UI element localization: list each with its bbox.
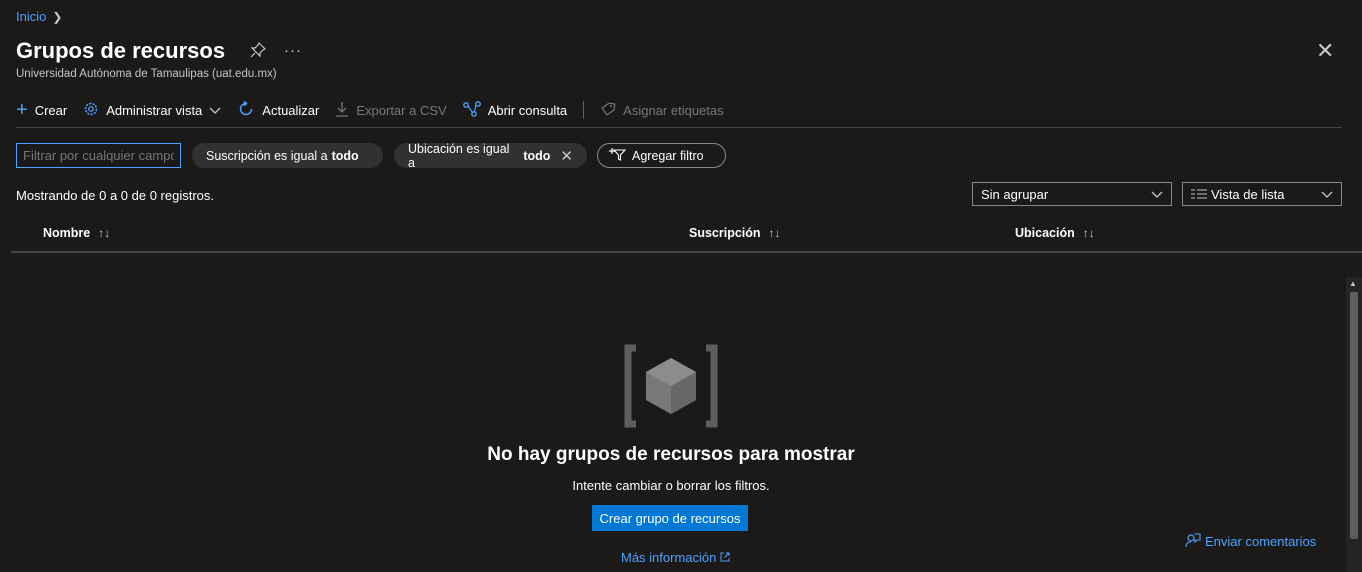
page-subtitle: Universidad Autónoma de Tamaulipas (uat.… (16, 68, 277, 80)
add-filter-button[interactable]: Agregar filtro (597, 143, 726, 168)
sort-icon: ↑↓ (98, 226, 111, 240)
create-resource-group-button[interactable]: Crear grupo de recursos (592, 505, 748, 531)
record-count: Mostrando de 0 a 0 de 0 registros. (16, 188, 215, 203)
empty-state-subtitle: Intente cambiar o borrar los filtros. (572, 478, 770, 493)
view-mode-content: Vista de lista (1191, 187, 1284, 202)
more-info-label: Más información (621, 550, 717, 565)
title-actions: ··· (250, 41, 302, 62)
sort-icon: ↑↓ (1082, 226, 1095, 240)
download-icon (335, 101, 349, 120)
empty-state-title: No hay grupos de recursos para mostrar (487, 444, 855, 465)
location-filter-pill[interactable]: Ubicación es igual a todo ✕ (394, 141, 587, 170)
breadcrumb-home-link[interactable]: Inicio (16, 9, 46, 24)
gear-icon (83, 101, 99, 120)
column-header-subscription[interactable]: Suscripción ↑↓ (689, 226, 781, 240)
create-button[interactable]: + Crear (16, 99, 68, 121)
command-bar: + Crear Administrar vista Actualizar Exp… (16, 98, 740, 122)
subscription-filter-value: todo (331, 148, 359, 163)
export-csv-button[interactable]: Exportar a CSV (335, 101, 447, 120)
tag-icon (600, 101, 616, 120)
chevron-down-icon (1321, 187, 1333, 202)
pin-icon[interactable] (250, 41, 267, 62)
group-by-dropdown[interactable]: Sin agrupar (972, 182, 1172, 206)
scrollbar-thumb[interactable] (1350, 292, 1358, 539)
assign-tags-label: Asignar etiquetas (623, 102, 724, 118)
open-query-label: Abrir consulta (487, 102, 568, 118)
more-info-link[interactable]: Más información (621, 550, 730, 565)
resource-group-icon (622, 344, 720, 428)
toolbar-divider (583, 101, 585, 119)
refresh-button[interactable]: Actualizar (237, 100, 319, 121)
subscription-filter-pill[interactable]: Suscripción es igual a todo (192, 143, 383, 168)
location-filter-value: todo (523, 148, 551, 163)
chevron-down-icon (1151, 187, 1163, 202)
external-link-icon (720, 550, 730, 565)
add-filter-icon (608, 147, 627, 164)
query-icon (462, 100, 481, 120)
assign-tags-button[interactable]: Asignar etiquetas (600, 101, 724, 120)
feedback-icon (1185, 532, 1201, 551)
manage-view-label: Administrar vista (106, 102, 203, 118)
close-icon[interactable]: ✕ (1316, 40, 1334, 62)
subscription-filter-label: Suscripción es igual a (206, 148, 328, 163)
filter-search-input[interactable] (16, 143, 181, 168)
view-mode-dropdown[interactable]: Vista de lista (1182, 182, 1342, 206)
column-header-name[interactable]: Nombre ↑↓ (43, 226, 110, 240)
chevron-down-icon (209, 103, 221, 118)
toolbar-divider-line (16, 127, 1342, 128)
manage-view-button[interactable]: Administrar vista (83, 101, 221, 120)
sort-icon: ↑↓ (768, 226, 781, 240)
column-header-label: Suscripción (689, 226, 761, 240)
page-title: Grupos de recursos (16, 38, 226, 63)
refresh-icon (237, 100, 255, 121)
close-icon[interactable]: ✕ (560, 147, 573, 165)
send-feedback-link[interactable]: Enviar comentarios (1185, 532, 1316, 551)
breadcrumb: Inicio ❯ (16, 9, 62, 24)
refresh-label: Actualizar (262, 102, 320, 118)
view-mode-value: Vista de lista (1211, 186, 1285, 202)
group-by-value: Sin agrupar (981, 186, 1049, 202)
plus-icon: + (16, 99, 28, 121)
export-csv-label: Exportar a CSV (356, 102, 447, 118)
open-query-button[interactable]: Abrir consulta (462, 100, 568, 120)
more-options-icon[interactable]: ··· (284, 42, 302, 62)
location-filter-label: Ubicación es igual a (408, 141, 510, 170)
create-label: Crear (34, 102, 68, 118)
header-divider (11, 251, 1362, 253)
scroll-up-icon[interactable]: ▲ (1349, 279, 1357, 288)
column-header-label: Nombre (43, 226, 91, 240)
column-header-label: Ubicación (1015, 226, 1075, 240)
column-header-location[interactable]: Ubicación ↑↓ (1015, 226, 1095, 240)
chevron-right-icon: ❯ (52, 9, 63, 24)
list-view-icon (1191, 187, 1207, 202)
add-filter-label: Agregar filtro (632, 148, 704, 163)
send-feedback-label: Enviar comentarios (1205, 534, 1317, 549)
